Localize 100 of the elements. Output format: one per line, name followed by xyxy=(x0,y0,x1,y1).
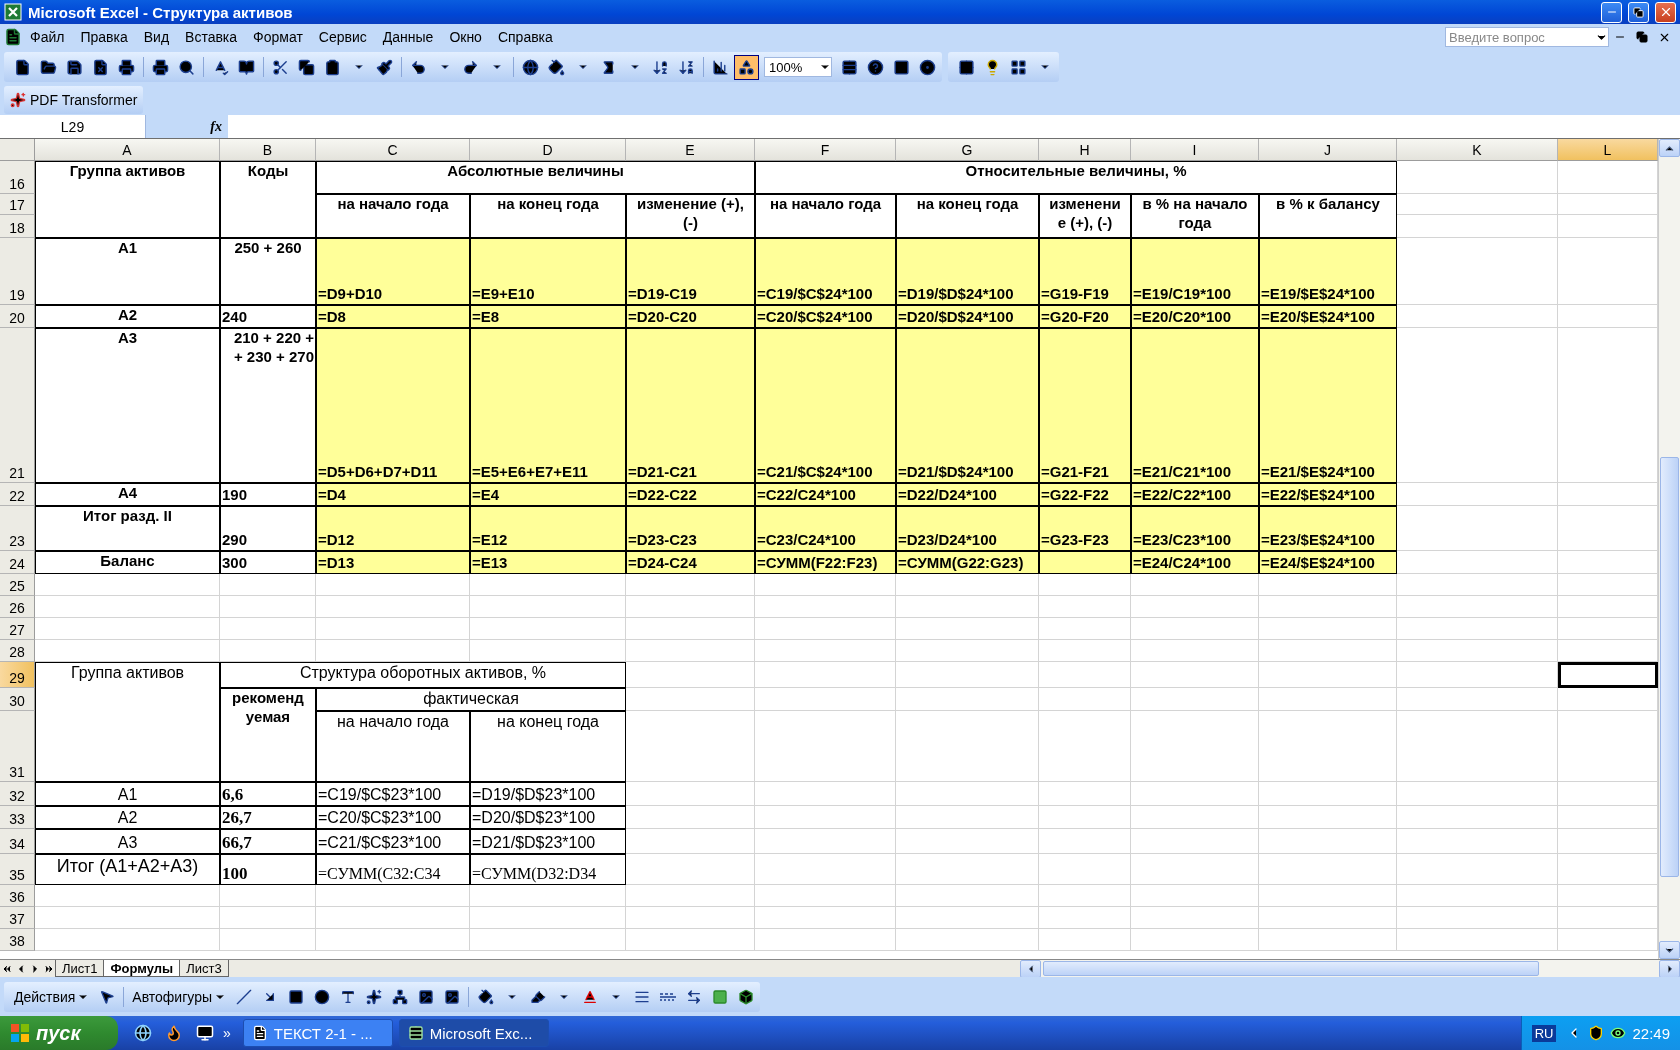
column-header[interactable]: D xyxy=(470,139,626,161)
menu-item[interactable]: Формат xyxy=(245,27,311,47)
table-cell: =D4 xyxy=(316,483,470,506)
table-cell: =D19/$D$23*100 xyxy=(470,782,626,806)
table-cell: =G21-F21 xyxy=(1039,328,1131,483)
pdf-transformer-button[interactable]: PDF Transformer xyxy=(4,85,144,114)
table-cell: рекомендуемая xyxy=(220,688,316,782)
table-cell: А2 xyxy=(35,305,220,328)
table-cell: А2 xyxy=(35,806,220,829)
table-cell: =G19-F19 xyxy=(1039,238,1131,305)
table-cell: 66,7 xyxy=(220,829,316,854)
table-cell: =D21/$D$24*100 xyxy=(896,328,1039,483)
row-header[interactable]: 29 xyxy=(0,662,35,688)
table-cell: Относительные величины, % xyxy=(755,161,1397,194)
row-header[interactable]: 27 xyxy=(0,618,35,640)
menu-item[interactable]: Сервис xyxy=(310,27,375,47)
menu-item[interactable]: Вставка xyxy=(177,27,246,47)
window-title: Microsoft Excel - Структура активов xyxy=(28,3,294,21)
language-indicator[interactable]: RU xyxy=(1531,1024,1557,1042)
table-cell: =E13 xyxy=(470,551,626,574)
menu-item[interactable]: Данные xyxy=(374,27,442,47)
row-header[interactable]: 22 xyxy=(0,483,35,506)
row-header[interactable]: 36 xyxy=(0,885,35,907)
row-header[interactable]: 23 xyxy=(0,506,35,551)
start-button[interactable]: пуск xyxy=(0,1016,118,1050)
table-cell: Абсолютные величины xyxy=(316,161,755,194)
column-header[interactable]: K xyxy=(1397,139,1558,161)
sheet-tab[interactable]: Лист1 xyxy=(55,960,105,977)
table-cell: изменение (+), (-) xyxy=(626,194,755,238)
table-cell: Итог разд. II xyxy=(35,506,220,551)
taskbar-button[interactable]: ТЕКСТ 2-1 - ... xyxy=(242,1019,393,1047)
table-cell: =D21/$D$23*100 xyxy=(470,829,626,854)
clock: 22:49 xyxy=(1632,1024,1670,1042)
row-header[interactable]: 33 xyxy=(0,806,35,829)
row-header[interactable]: 28 xyxy=(0,640,35,662)
function-button[interactable]: fx xyxy=(146,115,228,138)
taskbar-button[interactable]: Microsoft Exc... xyxy=(398,1019,549,1047)
name-box[interactable]: L29 xyxy=(0,115,146,138)
menu-item[interactable]: Окно xyxy=(441,27,490,47)
column-header[interactable]: H xyxy=(1039,139,1131,161)
row-header[interactable]: 18 xyxy=(0,215,35,238)
table-cell: =E12 xyxy=(470,506,626,551)
more-icons-button[interactable]: » xyxy=(223,1025,231,1041)
table-cell: =D23/D24*100 xyxy=(896,506,1039,551)
sheet-tab[interactable]: Лист3 xyxy=(179,960,229,977)
column-header[interactable]: L xyxy=(1558,139,1658,161)
table-cell: 240 xyxy=(220,305,316,328)
table-cell: =C22/C24*100 xyxy=(755,483,896,506)
row-header[interactable]: 34 xyxy=(0,829,35,854)
table-cell: =C19/$C$24*100 xyxy=(755,238,896,305)
column-header[interactable]: E xyxy=(626,139,755,161)
row-header[interactable]: 21 xyxy=(0,328,35,483)
table-cell: =D13 xyxy=(316,551,470,574)
row-header[interactable]: 37 xyxy=(0,907,35,929)
row-header[interactable]: 35 xyxy=(0,854,35,885)
table-cell: Группа активов xyxy=(35,662,220,782)
menu-item[interactable]: Правка xyxy=(72,27,136,47)
table-cell: =D5+D6+D7+D11 xyxy=(316,328,470,483)
table-cell: 290 xyxy=(220,506,316,551)
row-header[interactable]: 30 xyxy=(0,688,35,711)
table-cell: 190 xyxy=(220,483,316,506)
table-cell: =D12 xyxy=(316,506,470,551)
zoom-field[interactable]: 100% xyxy=(764,57,832,77)
row-header[interactable]: 17 xyxy=(0,194,35,215)
row-header[interactable]: 19 xyxy=(0,238,35,305)
row-header[interactable]: 32 xyxy=(0,782,35,806)
row-header[interactable]: 20 xyxy=(0,305,35,328)
column-header[interactable]: G xyxy=(896,139,1039,161)
table-cell: на начало года xyxy=(316,711,470,782)
actions-menu-button[interactable]: Действия xyxy=(10,988,94,1005)
table-cell: Итог (А1+А2+А3) xyxy=(35,854,220,885)
table-cell: =D20-C20 xyxy=(626,305,755,328)
table-cell: =D22-C22 xyxy=(626,483,755,506)
column-header[interactable]: J xyxy=(1259,139,1397,161)
autoshapes-menu-button[interactable]: Автофигуры xyxy=(128,988,230,1005)
menu-item[interactable]: Справка xyxy=(489,27,561,47)
column-header[interactable]: A xyxy=(35,139,220,161)
table-cell: =E23/C23*100 xyxy=(1131,506,1259,551)
column-header[interactable]: C xyxy=(316,139,470,161)
column-header[interactable]: B xyxy=(220,139,316,161)
row-header[interactable]: 26 xyxy=(0,596,35,618)
table-cell: =E24/$E$24*100 xyxy=(1259,551,1397,574)
row-header[interactable]: 31 xyxy=(0,711,35,782)
sheet-tab[interactable]: Формулы xyxy=(103,960,181,977)
help-search-field[interactable]: Введите вопрос xyxy=(1445,27,1609,47)
table-cell: на конец года xyxy=(896,194,1039,238)
row-header[interactable]: 16 xyxy=(0,161,35,194)
table-cell: =D20/$D$23*100 xyxy=(470,806,626,829)
table-cell: =E4 xyxy=(470,483,626,506)
row-header[interactable]: 24 xyxy=(0,551,35,574)
row-header[interactable]: 25 xyxy=(0,574,35,596)
table-cell: =E23/$E$24*100 xyxy=(1259,506,1397,551)
table-cell: =СУММ(C32:C34 xyxy=(316,854,470,885)
row-header[interactable]: 38 xyxy=(0,929,35,951)
table-cell: =G23-F23 xyxy=(1039,506,1131,551)
table-cell: Группа активов xyxy=(35,161,220,238)
menu-item[interactable]: Вид xyxy=(135,27,178,47)
column-header[interactable]: I xyxy=(1131,139,1259,161)
column-header[interactable]: F xyxy=(755,139,896,161)
menu-item[interactable]: Файл xyxy=(22,27,73,47)
